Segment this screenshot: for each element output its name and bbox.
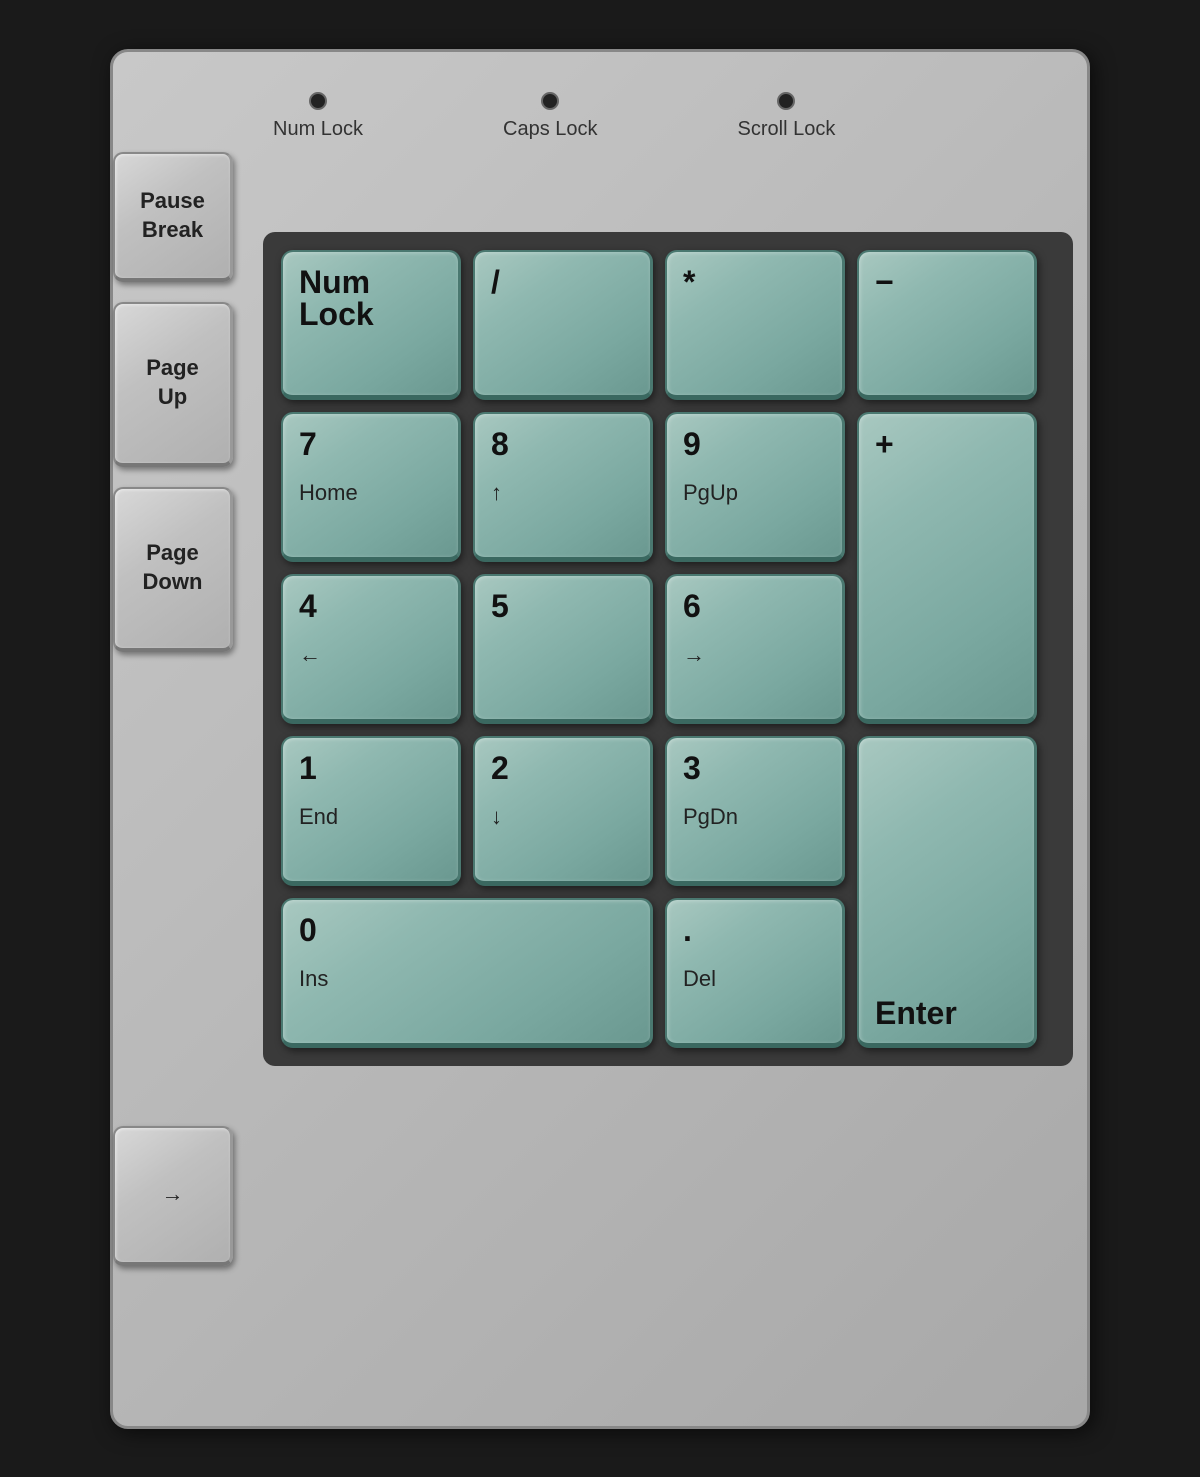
num8-key[interactable]: 8 ↑: [473, 412, 653, 562]
keyboard-body: Num Lock Caps Lock Scroll Lock PauseBrea…: [110, 49, 1090, 1429]
enter-key[interactable]: Enter: [857, 736, 1037, 1048]
num6-primary: 6: [683, 590, 701, 622]
caps-lock-led: [541, 92, 559, 110]
num2-key[interactable]: 2 ↓: [473, 736, 653, 886]
minus-key[interactable]: −: [857, 250, 1037, 400]
minus-primary: −: [875, 266, 894, 298]
divide-key[interactable]: /: [473, 250, 653, 400]
num8-primary: 8: [491, 428, 509, 460]
num9-secondary: PgUp: [683, 480, 738, 506]
num8-secondary: ↑: [491, 480, 502, 506]
numpad-grid: NumLock / * − 7 Home 8 ↑ 9 PgUp: [281, 250, 1055, 1048]
plus-primary: +: [875, 428, 894, 460]
num0-primary: 0: [299, 914, 317, 946]
num6-secondary: →: [683, 642, 705, 668]
divide-primary: /: [491, 266, 500, 298]
num7-key[interactable]: 7 Home: [281, 412, 461, 562]
scroll-lock-indicator: Scroll Lock: [738, 92, 836, 141]
scroll-lock-label: Scroll Lock: [738, 118, 836, 141]
numpad-container: NumLock / * − 7 Home 8 ↑ 9 PgUp: [263, 232, 1073, 1066]
caps-lock-label: Caps Lock: [503, 118, 598, 141]
num3-key[interactable]: 3 PgDn: [665, 736, 845, 886]
num-lock-key[interactable]: NumLock: [281, 250, 461, 400]
multiply-key[interactable]: *: [665, 250, 845, 400]
pause-break-label: PauseBreak: [140, 187, 205, 244]
right-arrow-label: →: [162, 1180, 184, 1209]
led-area: Num Lock Caps Lock Scroll Lock: [273, 92, 835, 141]
num1-secondary: End: [299, 804, 338, 830]
num4-key[interactable]: 4 ←: [281, 574, 461, 724]
num6-key[interactable]: 6 →: [665, 574, 845, 724]
num-lock-led: [309, 92, 327, 110]
decimal-key[interactable]: . Del: [665, 898, 845, 1048]
num1-primary: 1: [299, 752, 317, 784]
num9-primary: 9: [683, 428, 701, 460]
pause-break-key[interactable]: PauseBreak: [113, 152, 233, 282]
caps-lock-indicator: Caps Lock: [503, 92, 598, 141]
num-lock-indicator: Num Lock: [273, 92, 363, 141]
num7-primary: 7: [299, 428, 317, 460]
num5-primary: 5: [491, 590, 509, 622]
num5-key[interactable]: 5: [473, 574, 653, 724]
decimal-primary: .: [683, 914, 692, 946]
plus-key[interactable]: +: [857, 412, 1037, 724]
left-keys-group: PauseBreak PageUp PageDown: [113, 152, 233, 652]
num3-secondary: PgDn: [683, 804, 738, 830]
scroll-lock-led: [777, 92, 795, 110]
multiply-primary: *: [683, 266, 695, 298]
page-up-label: PageUp: [146, 354, 199, 411]
page-up-key[interactable]: PageUp: [113, 302, 233, 467]
page-down-label: PageDown: [143, 539, 203, 596]
page-down-key[interactable]: PageDown: [113, 487, 233, 652]
num4-primary: 4: [299, 590, 317, 622]
num0-key[interactable]: 0 Ins: [281, 898, 653, 1048]
right-arrow-key[interactable]: →: [113, 1126, 233, 1266]
num2-secondary: ↓: [491, 804, 502, 830]
num3-primary: 3: [683, 752, 701, 784]
num4-secondary: ←: [299, 642, 321, 668]
num-lock-label: Num Lock: [273, 118, 363, 141]
enter-primary: Enter: [875, 997, 957, 1029]
num-lock-primary: NumLock: [299, 266, 374, 330]
num2-primary: 2: [491, 752, 509, 784]
num1-key[interactable]: 1 End: [281, 736, 461, 886]
num7-secondary: Home: [299, 480, 358, 506]
num0-secondary: Ins: [299, 966, 328, 992]
num9-key[interactable]: 9 PgUp: [665, 412, 845, 562]
decimal-secondary: Del: [683, 966, 716, 992]
